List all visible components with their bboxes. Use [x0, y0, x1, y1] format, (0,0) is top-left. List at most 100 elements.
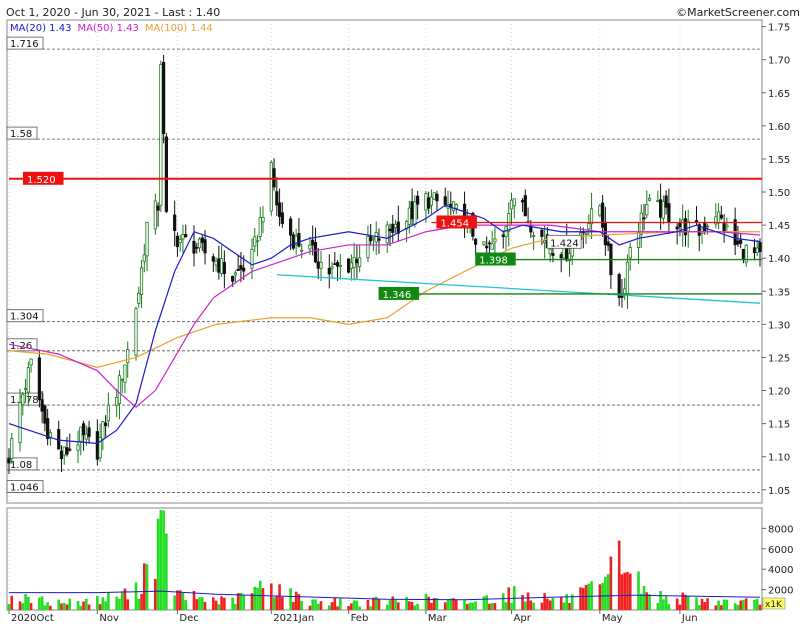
candle-body [84, 433, 88, 440]
candle-body [10, 438, 14, 459]
candle-body [308, 244, 312, 250]
candle-body [664, 195, 668, 208]
candle-body [410, 201, 414, 220]
volume-bar [107, 592, 110, 610]
legend-ma100: MA(100) 1.44 [145, 23, 213, 34]
volume-bar [758, 604, 762, 610]
price-level-label: 1.304 [10, 312, 39, 323]
volume-bar [642, 585, 646, 610]
candle-body [43, 405, 47, 424]
volume-bar [623, 572, 627, 610]
volume-bar [471, 602, 475, 610]
candle-body [178, 239, 182, 244]
candle-body [435, 193, 439, 202]
y-tick-label: 1.10 [768, 453, 790, 464]
candle-body [156, 205, 160, 211]
candle-body [300, 249, 304, 252]
candle-body [184, 234, 188, 238]
x-tick-label: Nov [99, 613, 119, 624]
candle-body [173, 214, 177, 232]
candle-body [755, 247, 759, 253]
candle-body [164, 136, 168, 212]
candle-body [275, 191, 279, 206]
candle-body [104, 422, 108, 427]
volume-bar [162, 510, 165, 610]
volume-bar [524, 601, 527, 610]
volume-bar [662, 599, 665, 610]
candle-body [255, 240, 260, 243]
volume-bar [664, 595, 668, 610]
support-label: 1.398 [479, 256, 508, 267]
volume-bar [178, 590, 182, 610]
candle-body [659, 199, 663, 218]
volume-bar [79, 606, 83, 610]
volume-bar [648, 594, 651, 610]
volume-bar [369, 606, 372, 610]
volume-bar [521, 594, 524, 610]
y-tick-label: 1.20 [768, 387, 790, 398]
volume-bar [543, 593, 546, 610]
volume-bar [628, 573, 632, 610]
volume-bar [85, 598, 88, 610]
candle-body [548, 248, 552, 255]
legend-ma50: MA(50) 1.43 [77, 23, 138, 34]
candle-body [62, 446, 66, 456]
annotation-label: 1.424 [550, 238, 579, 249]
volume-bar [352, 600, 356, 610]
volume-bar [639, 593, 643, 610]
candle-body [427, 197, 431, 209]
candle-body [236, 268, 240, 271]
candle-body [487, 242, 492, 245]
candle-body [667, 203, 671, 223]
candle-body [512, 198, 516, 206]
candle-body [79, 426, 83, 442]
volume-bar [490, 603, 494, 610]
candle-body [338, 264, 342, 267]
candle-body [197, 238, 202, 249]
candle-body [451, 201, 456, 211]
vol-tick-label: 4000 [768, 565, 793, 576]
candle-body [349, 262, 353, 269]
volume-bar [339, 598, 342, 610]
volume-bar [355, 600, 359, 610]
candle-body [192, 240, 196, 254]
candle-body [523, 195, 527, 217]
candle-body [485, 245, 489, 249]
volume-bar [454, 599, 458, 610]
volume-bar [261, 588, 265, 610]
candle-body [81, 423, 86, 436]
candle-body [37, 357, 41, 401]
candle-body [416, 195, 420, 205]
candle-body [134, 308, 138, 356]
candle-body [18, 402, 22, 444]
candle-body [289, 218, 293, 236]
candle-body [333, 263, 337, 266]
y-tick-label: 1.05 [768, 486, 790, 497]
candle-body [231, 275, 235, 282]
candle-body [319, 261, 323, 269]
volume-bar [253, 586, 257, 610]
x-tick-label: May [602, 613, 623, 624]
candle-body [598, 205, 602, 216]
volume-bar [598, 584, 602, 610]
volume-bar [203, 601, 207, 610]
volume-bar [300, 600, 303, 610]
candle-body [291, 234, 295, 249]
volume-bar [510, 602, 513, 610]
y-tick-label: 1.30 [768, 320, 790, 331]
volume-bar [416, 603, 419, 610]
candle-body [162, 62, 166, 134]
support-label: 1.346 [383, 290, 412, 301]
candle-body [313, 242, 318, 263]
volume-bar [626, 571, 629, 610]
candle-body [543, 240, 547, 244]
candle-body [355, 259, 359, 264]
candle-body [258, 216, 262, 237]
volume-bar [424, 593, 428, 610]
volume-bar [686, 595, 690, 610]
volume-bar [165, 533, 168, 610]
y-tick-label: 1.35 [768, 287, 790, 298]
x-tick-label: Jun [681, 613, 698, 624]
candle-body [531, 235, 536, 238]
candle-body [490, 243, 494, 250]
